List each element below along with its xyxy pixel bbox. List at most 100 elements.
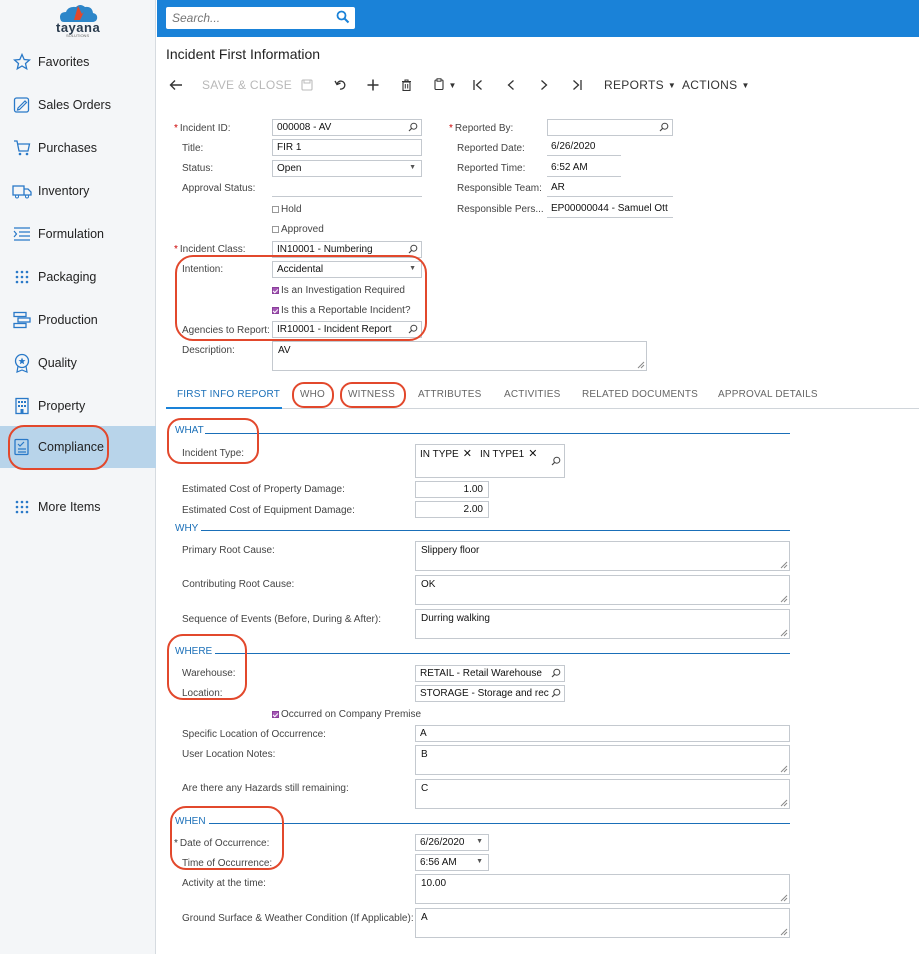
date-of-occurrence-field[interactable]: 6/26/2020 ▼ (415, 834, 489, 851)
search-icon[interactable] (408, 122, 418, 135)
agencies-field[interactable]: IR10001 - Incident Report (272, 321, 422, 338)
sidebar-item-compliance[interactable]: Compliance (0, 426, 156, 468)
resize-grip-icon[interactable] (780, 894, 788, 902)
chevron-down-icon: ▼ (741, 80, 750, 90)
back-arrow-icon[interactable] (167, 76, 185, 94)
search-icon[interactable] (336, 10, 350, 27)
time-of-occurrence-field[interactable]: 6:56 AM ▼ (415, 854, 489, 871)
description-textarea[interactable]: AV (272, 341, 647, 371)
specific-location-field[interactable]: A (415, 725, 790, 742)
incident-type-multiselect[interactable]: IN TYPE ✕ IN TYPE1 ✕ (415, 444, 565, 478)
add-icon[interactable] (366, 76, 380, 94)
checkbox-box[interactable] (272, 287, 279, 294)
building-icon (11, 396, 33, 416)
checkbox-label: Hold (281, 204, 302, 215)
search-icon[interactable] (551, 456, 561, 469)
sidebar-item-production[interactable]: Production (0, 300, 156, 340)
responsible-team-value: AR (547, 180, 673, 197)
sidebar-item-formulation[interactable]: Formulation (0, 214, 156, 254)
ground-surface-textarea[interactable]: A (415, 908, 790, 938)
equipment-damage-label: Estimated Cost of Equipment Damage: (182, 505, 355, 516)
search-icon[interactable] (551, 668, 561, 681)
agencies-label: Agencies to Report: (182, 325, 270, 336)
tab-witness[interactable]: WITNESS (348, 389, 395, 400)
tab-approval-details[interactable]: APPROVAL DETAILS (718, 389, 818, 400)
approved-checkbox[interactable]: Approved (272, 224, 324, 235)
search-input[interactable] (166, 7, 326, 29)
checkbox-box[interactable] (272, 307, 279, 314)
resize-grip-icon[interactable] (780, 799, 788, 807)
next-record-icon[interactable] (537, 76, 551, 94)
close-icon[interactable]: ✕ (463, 448, 472, 460)
sidebar-item-packaging[interactable]: Packaging (0, 257, 156, 297)
warehouse-field[interactable]: RETAIL - Retail Warehouse (415, 665, 565, 682)
save-icon[interactable] (300, 76, 314, 94)
search-icon[interactable] (408, 324, 418, 337)
resize-grip-icon[interactable] (780, 595, 788, 603)
chevron-down-icon[interactable]: ▼ (476, 838, 483, 845)
clipboard-dropdown[interactable]: ▼ (431, 76, 459, 94)
sidebar-item-purchases[interactable]: Purchases (0, 128, 156, 168)
reported-by-label: * Reported By: (449, 123, 513, 134)
hold-checkbox[interactable]: Hold (272, 204, 302, 215)
activity-at-time-textarea[interactable]: 10.00 (415, 874, 790, 904)
primary-root-cause-textarea[interactable]: Slippery floor (415, 541, 790, 571)
reported-date-label: Reported Date: (457, 143, 525, 154)
tab-activities[interactable]: ACTIVITIES (504, 389, 560, 400)
company-premise-checkbox[interactable]: Occurred on Company Premise (272, 709, 421, 720)
chevron-down-icon[interactable]: ▼ (476, 858, 483, 865)
sequence-of-events-textarea[interactable]: Durring walking (415, 609, 790, 639)
equipment-damage-field[interactable]: 2.00 (415, 501, 489, 518)
sidebar-item-property[interactable]: Property (0, 386, 156, 426)
sidebar-item-quality[interactable]: Quality (0, 343, 156, 383)
actions-menu[interactable]: ACTIONS ▼ (682, 76, 750, 94)
checkbox-box[interactable] (272, 711, 279, 718)
undo-icon[interactable] (333, 76, 347, 94)
intention-select[interactable]: Accidental ▼ (272, 261, 422, 278)
activity-at-time-label: Activity at the time: (182, 878, 266, 889)
reportable-incident-checkbox[interactable]: Is this a Reportable Incident? (272, 305, 411, 316)
resize-grip-icon[interactable] (780, 765, 788, 773)
resize-grip-icon[interactable] (637, 361, 645, 369)
sidebar-item-favorites[interactable]: Favorites (0, 42, 156, 82)
chip-label: IN TYPE (420, 449, 459, 460)
location-field[interactable]: STORAGE - Storage and rec (415, 685, 565, 702)
incident-class-field[interactable]: IN10001 - Numbering (272, 241, 422, 258)
responsible-team-label: Responsible Team: (457, 183, 542, 194)
tab-first-info-report[interactable]: FIRST INFO REPORT (177, 389, 280, 400)
incident-type-chip: IN TYPE1 ✕ (480, 447, 538, 460)
tab-attributes[interactable]: ATTRIBUTES (418, 389, 481, 400)
search-icon[interactable] (659, 122, 669, 135)
reported-by-field[interactable] (547, 119, 673, 136)
reports-menu[interactable]: REPORTS ▼ (604, 76, 676, 94)
tab-related-documents[interactable]: RELATED DOCUMENTS (582, 389, 698, 400)
hazards-remaining-textarea[interactable]: C (415, 779, 790, 809)
resize-grip-icon[interactable] (780, 928, 788, 936)
incident-id-field[interactable]: 000008 - AV (272, 119, 422, 136)
status-select[interactable]: Open ▼ (272, 160, 422, 177)
sidebar-item-sales-orders[interactable]: Sales Orders (0, 85, 156, 125)
sidebar-item-inventory[interactable]: Inventory (0, 171, 156, 211)
checkbox-box[interactable] (272, 206, 279, 213)
sidebar-item-more-items[interactable]: More Items (0, 487, 156, 527)
previous-record-icon[interactable] (504, 76, 518, 94)
delete-icon[interactable] (399, 76, 413, 94)
title-field[interactable]: FIR 1 (272, 139, 422, 156)
tab-who[interactable]: WHO (300, 389, 325, 400)
sidebar-item-label: Compliance (38, 440, 105, 454)
user-location-notes-textarea[interactable]: B (415, 745, 790, 775)
resize-grip-icon[interactable] (780, 629, 788, 637)
first-record-icon[interactable] (471, 76, 485, 94)
search-icon[interactable] (408, 244, 418, 257)
last-record-icon[interactable] (570, 76, 584, 94)
chevron-down-icon: ▼ (448, 80, 457, 90)
resize-grip-icon[interactable] (780, 561, 788, 569)
save-close-button[interactable]: SAVE & CLOSE (202, 76, 292, 94)
investigation-required-checkbox[interactable]: Is an Investigation Required (272, 285, 405, 296)
search-box[interactable] (166, 7, 355, 29)
search-icon[interactable] (551, 688, 561, 701)
property-damage-field[interactable]: 1.00 (415, 481, 489, 498)
contributing-root-cause-textarea[interactable]: OK (415, 575, 790, 605)
checkbox-box[interactable] (272, 226, 279, 233)
close-icon[interactable]: ✕ (528, 448, 537, 460)
